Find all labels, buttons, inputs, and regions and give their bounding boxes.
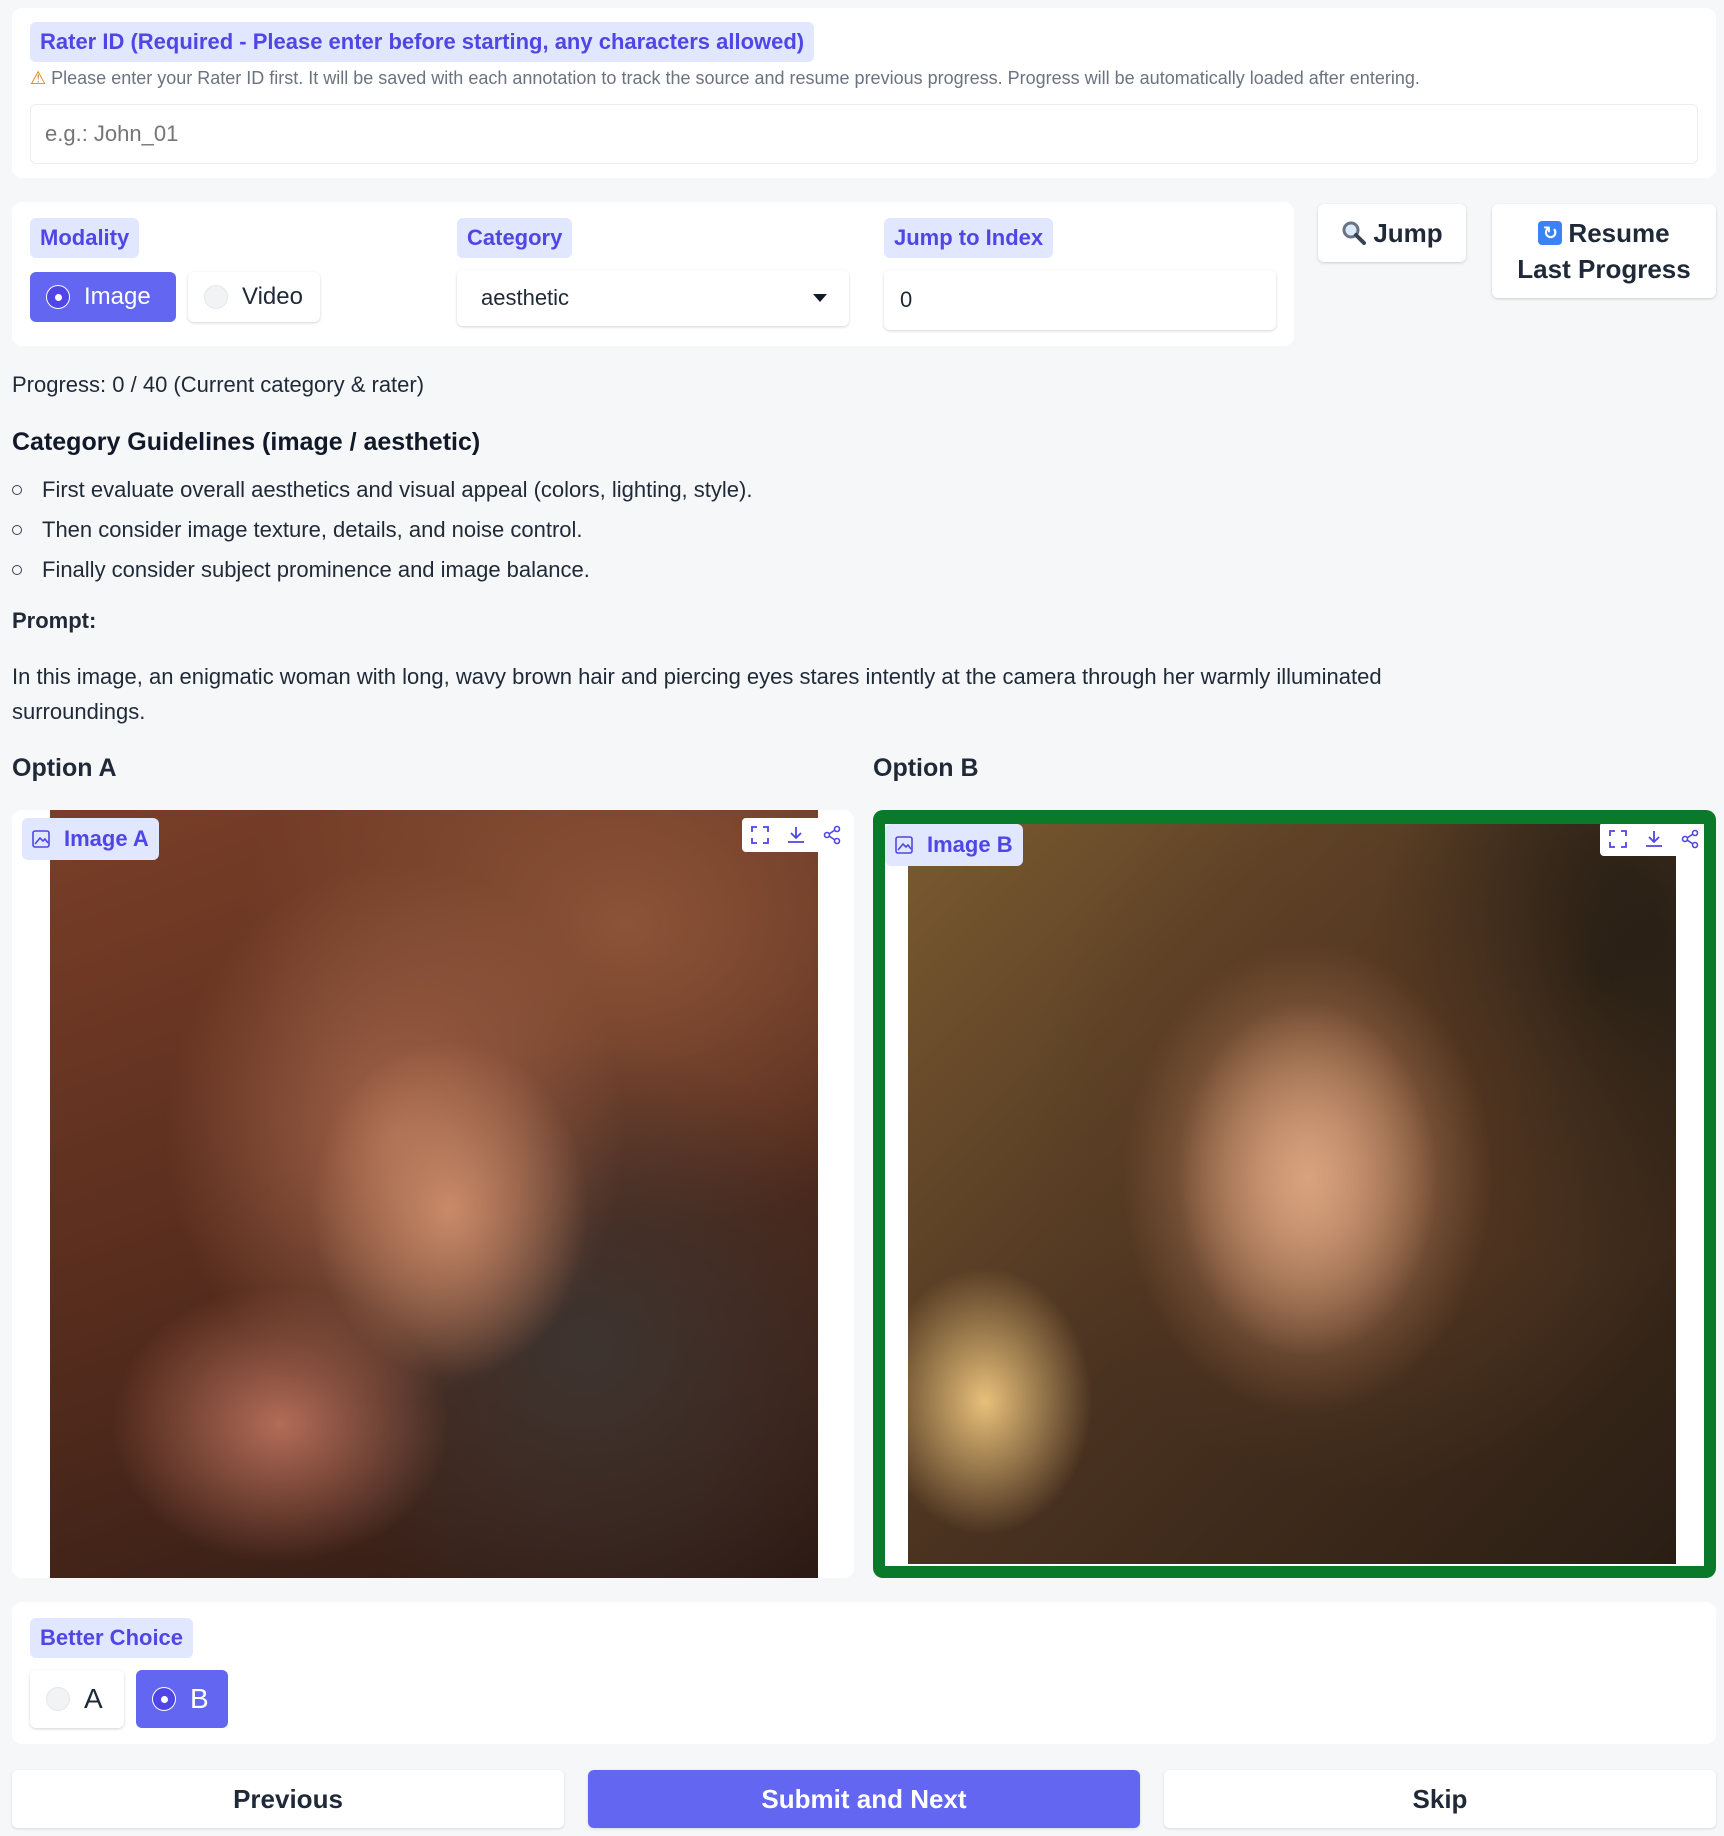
jump-index-label: Jump to Index xyxy=(884,218,1054,258)
rater-panel: Rater ID (Required - Please enter before… xyxy=(12,8,1716,178)
image-b xyxy=(908,824,1676,1564)
option-a-panel[interactable]: Image A xyxy=(12,810,854,1578)
modality-video-option[interactable]: Video xyxy=(188,272,320,322)
jump-button[interactable]: Jump xyxy=(1318,204,1466,262)
fullscreen-icon[interactable] xyxy=(742,818,778,852)
jump-button-label: Jump xyxy=(1373,217,1443,248)
radio-selected-icon xyxy=(152,1687,176,1711)
modality-label: Modality xyxy=(30,218,140,258)
resume-label: Resume xyxy=(1568,218,1670,248)
dropdown-caret-icon xyxy=(813,294,827,302)
image-a-label: Image A xyxy=(64,826,149,851)
choice-a-option[interactable]: A xyxy=(30,1670,124,1728)
choice-b-label: B xyxy=(190,1683,209,1714)
better-choice-panel: Better Choice A B xyxy=(12,1602,1716,1744)
image-b-toolbar xyxy=(1600,824,1704,856)
guideline-item: Finally consider subject prominence and … xyxy=(12,550,752,590)
share-icon[interactable] xyxy=(1672,824,1704,856)
resume-line-1: ↻ Resume xyxy=(1538,215,1670,251)
radio-unselected-icon xyxy=(204,285,228,309)
better-choice-label: Better Choice xyxy=(30,1618,194,1658)
jump-index-input[interactable]: 0 xyxy=(884,270,1276,330)
image-a xyxy=(50,810,818,1578)
option-a-title: Option A xyxy=(12,754,117,782)
category-select[interactable]: aesthetic xyxy=(457,270,849,326)
guidelines-title: Category Guidelines (image / aesthetic) xyxy=(12,428,481,456)
warning-icon: ⚠ xyxy=(30,68,47,88)
choice-a-label: A xyxy=(84,1683,103,1714)
option-b-title: Option B xyxy=(873,754,979,782)
previous-button[interactable]: Previous xyxy=(12,1770,564,1828)
category-value: aesthetic xyxy=(481,285,570,310)
image-a-toolbar xyxy=(742,818,850,852)
radio-selected-icon xyxy=(46,285,70,309)
image-b-label: Image B xyxy=(927,832,1013,857)
image-a-tag: Image A xyxy=(22,818,159,860)
progress-text: Progress: 0 / 40 (Current category & rat… xyxy=(12,372,425,397)
refresh-icon: ↻ xyxy=(1538,221,1563,245)
submit-and-next-button[interactable]: Submit and Next xyxy=(588,1770,1140,1828)
category-label: Category xyxy=(457,218,573,258)
jump-index-value: 0 xyxy=(900,287,913,312)
radio-unselected-icon xyxy=(46,1687,70,1711)
option-b-panel[interactable]: Image B xyxy=(873,810,1716,1578)
rater-warning: ⚠ Please enter your Rater ID first. It w… xyxy=(30,68,1420,89)
modality-image-option[interactable]: Image xyxy=(30,272,176,322)
skip-button[interactable]: Skip xyxy=(1164,1770,1716,1828)
prompt-text-line-1: In this image, an enigmatic woman with l… xyxy=(12,664,1382,689)
rater-id-input[interactable] xyxy=(30,104,1698,164)
download-icon[interactable] xyxy=(1636,824,1672,856)
controls-panel: Modality Image Video Category aesthetic … xyxy=(12,202,1294,346)
choice-b-option[interactable]: B xyxy=(136,1670,228,1728)
guideline-item: Then consider image texture, details, an… xyxy=(12,510,752,550)
rater-id-label: Rater ID (Required - Please enter before… xyxy=(30,22,815,62)
last-progress-label: Last Progress xyxy=(1517,254,1691,284)
modality-image-label: Image xyxy=(84,283,151,310)
resume-last-progress-button[interactable]: ↻ Resume Last Progress xyxy=(1492,204,1716,298)
download-icon[interactable] xyxy=(778,818,814,852)
rater-warning-text: Please enter your Rater ID first. It wil… xyxy=(51,68,1420,88)
fullscreen-icon[interactable] xyxy=(1600,824,1636,856)
image-icon xyxy=(32,830,50,848)
modality-video-label: Video xyxy=(242,283,303,310)
image-icon xyxy=(895,836,913,854)
prompt-text-line-2: surroundings. xyxy=(12,699,146,724)
guidelines-list: First evaluate overall aesthetics and vi… xyxy=(12,470,752,590)
prompt-label: Prompt: xyxy=(12,608,97,633)
image-b-tag: Image B xyxy=(885,824,1023,866)
share-icon[interactable] xyxy=(814,818,850,852)
magnifier-icon xyxy=(1342,221,1367,245)
guideline-item: First evaluate overall aesthetics and vi… xyxy=(12,470,752,510)
